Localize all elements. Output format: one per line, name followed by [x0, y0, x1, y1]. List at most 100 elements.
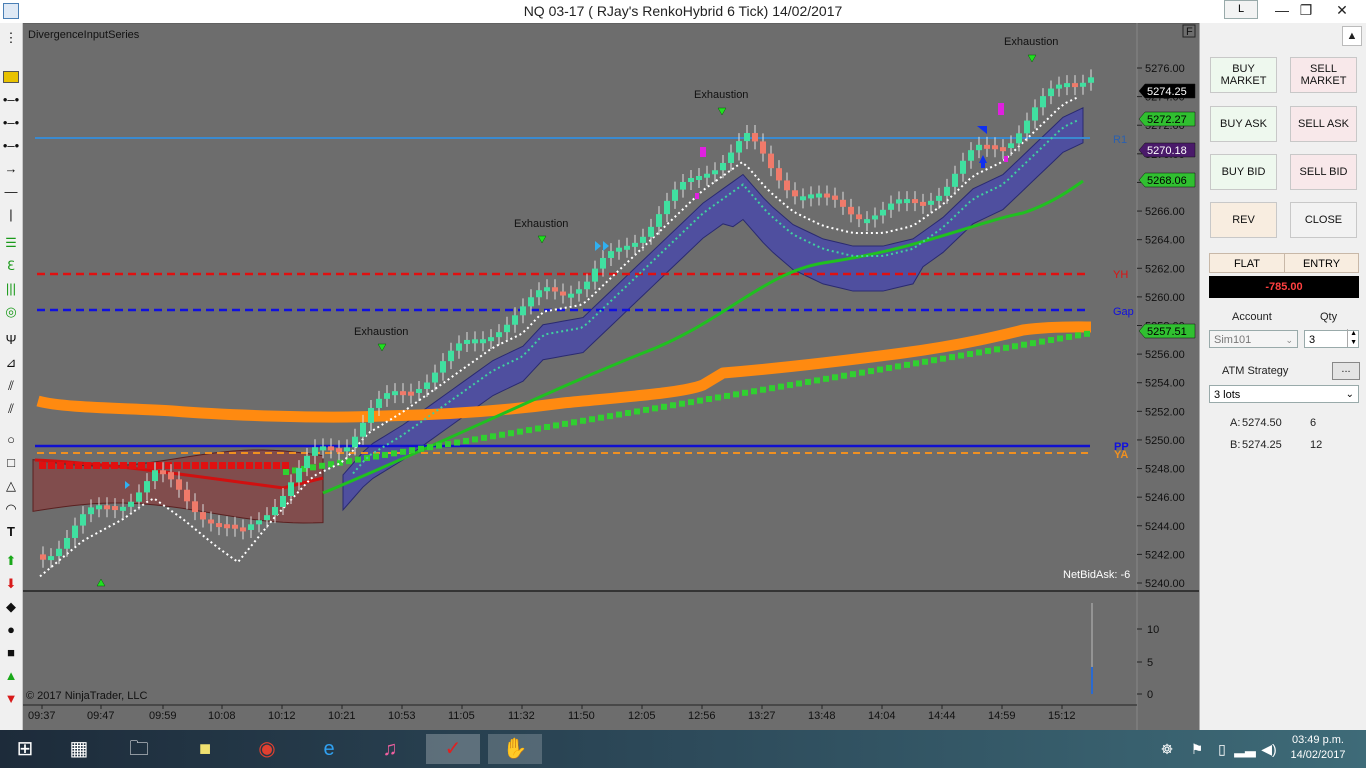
buy-market-button[interactable]: BUY MARKET	[1210, 57, 1277, 93]
volume-tick-label: 5	[1147, 657, 1153, 669]
close-position-button[interactable]: CLOSE	[1290, 202, 1357, 238]
price-chart[interactable]: F Exhaustion Exhaustion Exhaustion Exhau…	[23, 22, 1199, 730]
arrow-down-icon[interactable]: ⬇	[2, 575, 20, 593]
candle-body	[80, 514, 86, 526]
pointer-icon[interactable]: ⋮	[2, 29, 20, 47]
account-value: Sim101	[1214, 334, 1252, 346]
account-select[interactable]: Sim101 ⌄	[1209, 330, 1298, 348]
diamond-icon[interactable]: ◆	[2, 598, 20, 616]
triangle-up-icon[interactable]: ▲	[2, 667, 20, 685]
candle-body	[784, 180, 790, 191]
candle-body	[184, 489, 190, 502]
collapse-arrow-icon[interactable]: ▲	[1342, 26, 1362, 46]
ray-icon[interactable]: •–•	[2, 137, 20, 155]
red-dot	[246, 462, 253, 469]
fibonacci-icon[interactable]: ℇ	[2, 257, 20, 275]
windows-start-icon[interactable]: ⊞	[8, 734, 42, 764]
candle-body	[312, 447, 318, 456]
atm-strategy-select[interactable]: 3 lots ⌄	[1209, 385, 1359, 403]
candle-body	[896, 199, 902, 204]
sell-ask-button[interactable]: SELL ASK	[1290, 106, 1357, 142]
channel-icon[interactable]: ☰	[2, 234, 20, 252]
red-dot	[111, 462, 118, 469]
green-dot	[688, 399, 694, 406]
horizontal-line-icon[interactable]: —	[2, 183, 20, 201]
arrow-up-icon[interactable]: ⬆	[2, 552, 20, 570]
green-dot	[382, 451, 388, 458]
candle-body	[352, 436, 358, 448]
text-icon[interactable]: T	[2, 523, 20, 541]
file-explorer-icon[interactable]: 🗀	[122, 734, 156, 764]
green-dot	[985, 347, 991, 354]
green-dot	[625, 410, 631, 417]
candle-body	[960, 160, 966, 174]
red-dot	[255, 462, 262, 469]
green-dot	[679, 400, 685, 407]
candle-body	[1032, 107, 1038, 121]
hand-app-icon[interactable]: ✋	[488, 734, 542, 764]
volume-icon[interactable]: ◀)	[1252, 734, 1286, 764]
regression-channel-icon[interactable]: ⫽	[2, 377, 20, 395]
atm-settings-button[interactable]: ...	[1332, 362, 1360, 380]
buy-ask-button[interactable]: BUY ASK	[1210, 106, 1277, 142]
ellipse-icon[interactable]: ○	[2, 431, 20, 449]
arrow-line-icon[interactable]: →	[2, 160, 20, 178]
reverse-button[interactable]: REV	[1210, 202, 1277, 238]
red-dot	[201, 462, 208, 469]
ask-size: 6	[1310, 417, 1317, 429]
green-dot	[787, 382, 793, 389]
square-icon[interactable]: ■	[2, 644, 20, 662]
calculator-icon[interactable]: ▦	[62, 734, 96, 764]
trend-channel-icon[interactable]: ⫽	[2, 400, 20, 418]
candle-body	[520, 306, 526, 316]
triangle-icon[interactable]: △	[2, 477, 20, 495]
itunes-icon[interactable]: ♫	[373, 734, 407, 764]
triangle-down-icon[interactable]: ▼	[2, 690, 20, 708]
price-tick-label: 5250.00	[1145, 435, 1185, 447]
drawing-toolbar: ⋮ •–• •–• •–• → — | ☰ ℇ ||| ◎ Ψ ⊿ ⫽ ⫽ ○ …	[0, 23, 23, 730]
internet-explorer-icon[interactable]: e	[312, 734, 346, 764]
rectangle-icon[interactable]: □	[2, 454, 20, 472]
chrome-icon[interactable]: ◉	[250, 734, 284, 764]
buy-bid-button[interactable]: BUY BID	[1210, 154, 1277, 190]
line-icon[interactable]: •–•	[2, 114, 20, 132]
sell-bid-button[interactable]: SELL BID	[1290, 154, 1357, 190]
vertical-line-icon[interactable]: |	[2, 206, 20, 224]
dot-icon[interactable]: ●	[2, 621, 20, 639]
volume-tick-label: 10	[1147, 624, 1159, 636]
green-dot	[850, 371, 856, 378]
qty-stepper[interactable]: 3 ▲ ▼	[1304, 329, 1359, 348]
system-clock[interactable]: 03:49 p.m. 14/02/2017	[1283, 733, 1353, 763]
window-titlebar: NQ 03-17 ( RJay's RenkoHybrid 6 Tick) 14…	[0, 0, 1366, 23]
sell-market-button[interactable]: SELL MARKET	[1290, 57, 1357, 93]
fib-circle-icon[interactable]: ◎	[2, 303, 20, 321]
andrews-pitchfork-icon[interactable]: Ψ	[2, 331, 20, 349]
red-dot	[57, 462, 64, 469]
ruler-icon[interactable]	[2, 68, 20, 86]
gann-fan-icon[interactable]: ⊿	[2, 354, 20, 372]
green-dot	[760, 386, 766, 393]
order-entry-panel: ▲ BUY MARKET SELL MARKET BUY ASK SELL AS…	[1199, 23, 1366, 730]
green-dot	[904, 361, 910, 368]
price-tick-label: 5252.00	[1145, 406, 1185, 418]
candle-body	[856, 214, 862, 220]
risk-reward-icon[interactable]: •–•	[2, 91, 20, 109]
fib-time-icon[interactable]: |||	[2, 280, 20, 298]
green-dot	[607, 413, 613, 420]
chart-panel[interactable]: F Exhaustion Exhaustion Exhaustion Exhau…	[23, 22, 1199, 730]
indicator-name: DivergenceInputSeries	[28, 29, 140, 41]
stepper-arrows-icon[interactable]: ▲ ▼	[1347, 329, 1357, 347]
green-dot	[877, 366, 883, 373]
price-tick-label: 5246.00	[1145, 492, 1185, 504]
candle-body	[400, 391, 406, 396]
arc-icon[interactable]: ◠	[2, 500, 20, 518]
sticky-notes-icon[interactable]: ■	[188, 734, 222, 764]
price-tick-label: 5262.00	[1145, 263, 1185, 275]
system-tray-icon[interactable]: ☸	[1150, 734, 1184, 764]
close-window-button[interactable]: ✕	[1318, 0, 1366, 23]
ninjatrader-icon[interactable]: ✓	[426, 734, 480, 764]
candle-body	[920, 201, 926, 206]
candle-body	[144, 481, 150, 493]
link-button[interactable]: L	[1224, 0, 1258, 19]
candle-body	[440, 361, 446, 373]
